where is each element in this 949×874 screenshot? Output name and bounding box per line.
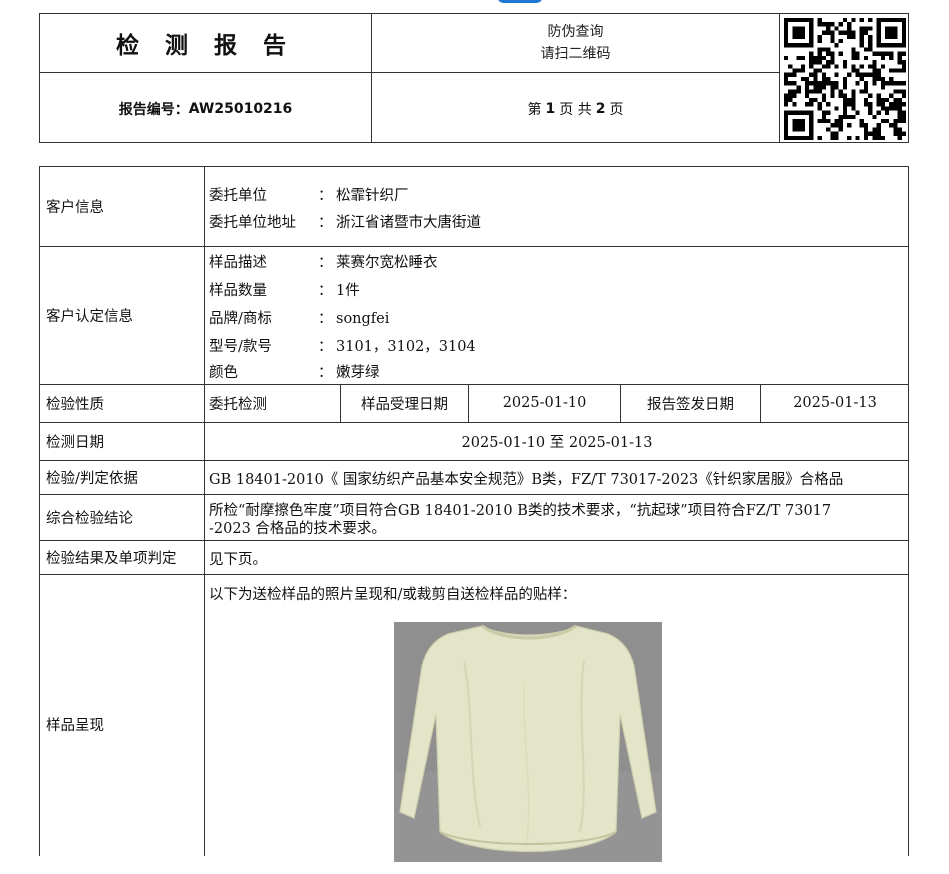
brand-key: 品牌/商标 bbox=[209, 311, 272, 327]
model-key: 型号/款号 bbox=[209, 339, 272, 355]
color-key: 颜色 bbox=[209, 365, 238, 381]
issued-date-label: 报告签发日期 bbox=[647, 396, 734, 413]
colon: ： bbox=[318, 283, 333, 299]
page-total: 2 bbox=[595, 100, 606, 117]
basis-label: 检验/判定依据 bbox=[46, 470, 138, 487]
test-date-value: 2025-01-10 至 2025-01-13 bbox=[461, 434, 653, 451]
basis-value: GB 18401-2010《 国家纺织产品基本安全规范》B类，FZ/T 7301… bbox=[209, 472, 844, 488]
inspection-nature-label: 检验性质 bbox=[46, 396, 104, 413]
colon: ： bbox=[318, 215, 333, 231]
colon: ： bbox=[318, 255, 333, 271]
page-suffix: 页 bbox=[609, 101, 624, 118]
test-date-label: 检测日期 bbox=[46, 434, 104, 451]
address-key: 委托单位地址 bbox=[209, 215, 296, 231]
page-indicator: 第 1 页 共 2 页 bbox=[372, 73, 779, 144]
received-date-value: 2025-01-10 bbox=[502, 395, 587, 411]
conclusion-label: 综合检验结论 bbox=[46, 510, 133, 527]
anti-fake-line1: 防伪查询 bbox=[547, 24, 604, 40]
brand-value: songfei bbox=[336, 311, 390, 327]
report-number: 报告编号： AW25010216 bbox=[40, 73, 371, 144]
page-prefix: 第 bbox=[527, 101, 542, 118]
sample-desc-value: 莱赛尔宽松睡衣 bbox=[336, 255, 438, 271]
model-value: 3101，3102，3104 bbox=[336, 339, 476, 355]
inspection-nature-value: 委托检测 bbox=[209, 396, 267, 413]
issued-date-value: 2025-01-13 bbox=[793, 395, 877, 411]
received-date-label: 样品受理日期 bbox=[361, 396, 448, 413]
sample-qty-value: 1件 bbox=[336, 283, 360, 299]
anti-fake-query: 防伪查询 请扫二维码 bbox=[372, 14, 779, 72]
page-mid: 页 共 bbox=[559, 101, 592, 118]
colon: ： bbox=[318, 188, 333, 204]
report-table: 客户信息 委托单位 ： 松霏针织厂 委托单位地址 ： 浙江省诸暨市大唐街道 客户… bbox=[39, 166, 909, 862]
color-value: 嫩芽绿 bbox=[336, 365, 380, 381]
anti-fake-line2: 请扫二维码 bbox=[540, 46, 611, 62]
page-current: 1 bbox=[545, 100, 556, 117]
qr-code-icon[interactable] bbox=[784, 18, 906, 140]
sample-label: 样品呈现 bbox=[46, 717, 104, 734]
colon: ： bbox=[318, 339, 333, 355]
colon: ： bbox=[318, 311, 333, 327]
address-value: 浙江省诸暨市大唐街道 bbox=[336, 215, 481, 231]
report-title: 检 测 报 告 bbox=[115, 33, 296, 59]
divider bbox=[779, 14, 780, 142]
results-value: 见下页。 bbox=[209, 552, 267, 568]
client-value: 松霏针织厂 bbox=[336, 188, 409, 204]
conclusion-line2: -2023 合格品的技术要求。 bbox=[209, 521, 386, 537]
sample-caption: 以下为送检样品的照片呈现和/或裁剪自送检样品的贴样： bbox=[209, 587, 577, 603]
customer-info-label: 客户信息 bbox=[46, 200, 104, 216]
sample-photo bbox=[394, 622, 662, 862]
client-key: 委托单位 bbox=[209, 188, 267, 204]
report-number-label: 报告编号： bbox=[118, 101, 189, 118]
sample-qty-key: 样品数量 bbox=[209, 283, 267, 299]
logo-fragment bbox=[497, 0, 543, 3]
report-header: 检 测 报 告 防伪查询 请扫二维码 报告编号： AW25010216 第 1 页… bbox=[39, 13, 909, 143]
results-label: 检验结果及单项判定 bbox=[46, 550, 177, 567]
customer-confirmed-label: 客户认定信息 bbox=[46, 308, 133, 325]
divider bbox=[204, 167, 205, 856]
colon: ： bbox=[318, 365, 333, 381]
report-number-value: AW25010216 bbox=[188, 100, 293, 117]
sample-desc-key: 样品描述 bbox=[209, 255, 267, 271]
